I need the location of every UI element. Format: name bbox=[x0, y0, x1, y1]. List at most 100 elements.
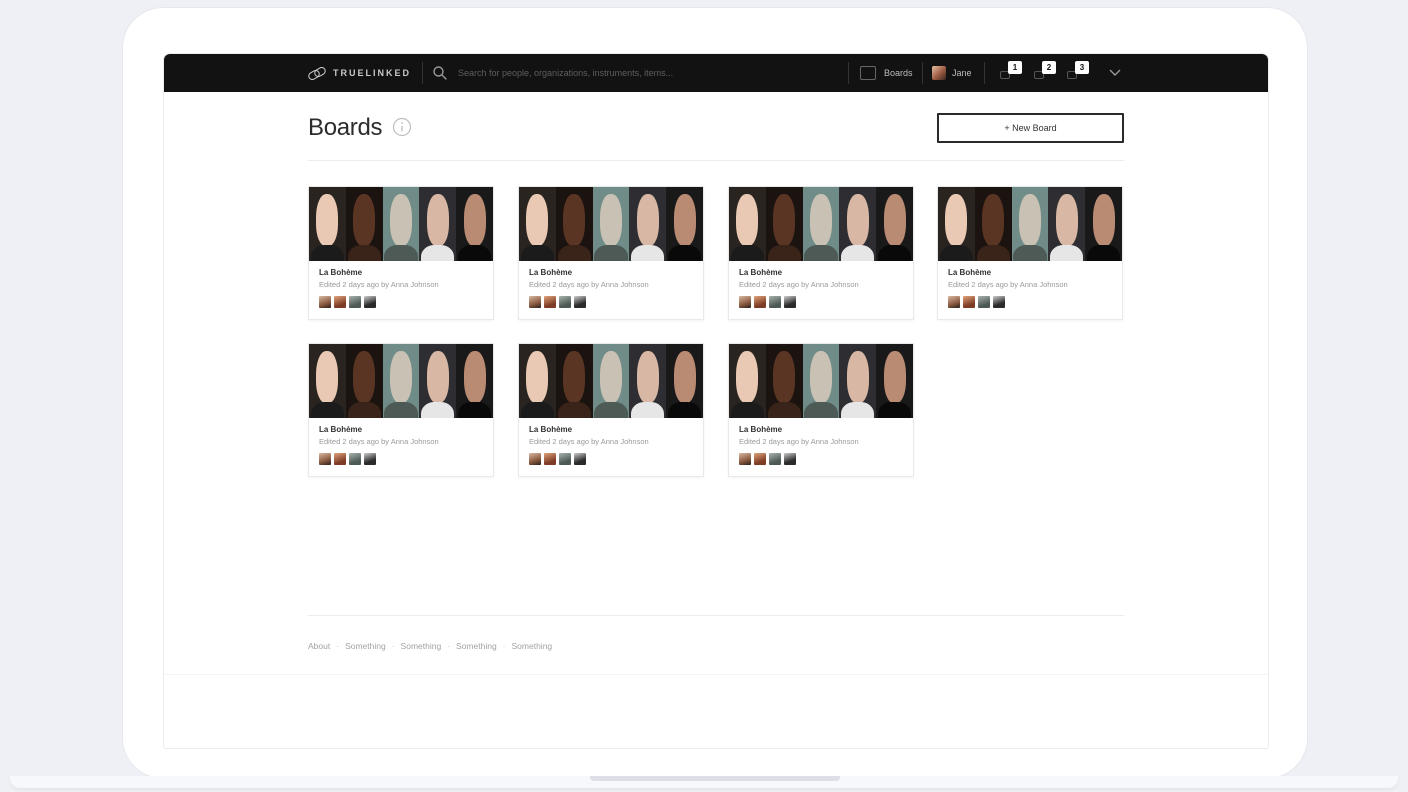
board-card[interactable]: La Bohème Edited 2 days ago by Anna Johns… bbox=[308, 343, 494, 477]
chevron-down-icon[interactable] bbox=[1108, 67, 1122, 79]
nav-user-menu[interactable]: Jane bbox=[932, 65, 972, 81]
board-cover-image bbox=[729, 344, 913, 418]
info-icon[interactable] bbox=[392, 117, 412, 137]
board-card[interactable]: La Bohème Edited 2 days ago by Anna Johns… bbox=[518, 186, 704, 320]
avatar[interactable] bbox=[364, 453, 376, 465]
avatar[interactable] bbox=[334, 453, 346, 465]
board-card[interactable]: La Bohème Edited 2 days ago by Anna Johns… bbox=[518, 343, 704, 477]
board-edited-meta: Edited 2 days ago by Anna Johnson bbox=[319, 437, 439, 446]
headshot-photo bbox=[419, 187, 457, 261]
laptop-notch bbox=[590, 776, 840, 781]
headshot-photo bbox=[555, 344, 593, 418]
headshot-photo bbox=[876, 344, 913, 418]
avatar[interactable] bbox=[754, 296, 766, 308]
board-edited-meta: Edited 2 days ago by Anna Johnson bbox=[739, 280, 859, 289]
headshot-photo bbox=[1011, 187, 1049, 261]
board-member-avatars bbox=[739, 296, 796, 308]
board-member-avatars bbox=[529, 453, 586, 465]
board-edited-meta: Edited 2 days ago by Anna Johnson bbox=[739, 437, 859, 446]
avatar[interactable] bbox=[574, 296, 586, 308]
board-card[interactable]: La Bohème Edited 2 days ago by Anna Johns… bbox=[728, 343, 914, 477]
nav-boards-label: Boards bbox=[884, 68, 913, 78]
headshot-photo bbox=[1085, 187, 1122, 261]
avatar[interactable] bbox=[754, 453, 766, 465]
avatar[interactable] bbox=[978, 296, 990, 308]
footer-link[interactable]: Something bbox=[401, 641, 442, 651]
headshot-photo bbox=[839, 344, 877, 418]
headshot-photo bbox=[839, 187, 877, 261]
footer-link-about[interactable]: About bbox=[308, 641, 330, 651]
avatar[interactable] bbox=[963, 296, 975, 308]
headshot-photo bbox=[456, 344, 493, 418]
search-icon[interactable] bbox=[432, 65, 448, 81]
board-title: La Bohème bbox=[529, 425, 573, 434]
avatar[interactable] bbox=[334, 296, 346, 308]
board-edited-meta: Edited 2 days ago by Anna Johnson bbox=[319, 280, 439, 289]
avatar[interactable] bbox=[784, 453, 796, 465]
board-card[interactable]: La Bohème Edited 2 days ago by Anna Johns… bbox=[937, 186, 1123, 320]
nav-boards-link[interactable]: Boards bbox=[860, 65, 913, 81]
avatar[interactable] bbox=[319, 296, 331, 308]
top-navbar: TRUELINKED Boards Jane 1 2 3 bbox=[164, 54, 1268, 92]
board-card[interactable]: La Bohème Edited 2 days ago by Anna Johns… bbox=[728, 186, 914, 320]
messages-button[interactable]: 2 bbox=[1034, 61, 1058, 85]
chat-badge: 3 bbox=[1075, 61, 1089, 74]
app-logo[interactable]: TRUELINKED bbox=[308, 66, 411, 80]
screen-edge bbox=[164, 674, 1268, 675]
footer-separator: · bbox=[502, 641, 506, 651]
avatar[interactable] bbox=[559, 453, 571, 465]
headshot-photo bbox=[629, 344, 667, 418]
header-divider bbox=[308, 160, 1124, 161]
headshot-photo bbox=[592, 187, 630, 261]
board-cover-image bbox=[309, 187, 493, 261]
board-title: La Bohème bbox=[319, 268, 363, 277]
board-edited-meta: Edited 2 days ago by Anna Johnson bbox=[948, 280, 1068, 289]
headshot-photo bbox=[666, 344, 703, 418]
logo-text: TRUELINKED bbox=[333, 68, 411, 78]
avatar[interactable] bbox=[364, 296, 376, 308]
avatar[interactable] bbox=[349, 296, 361, 308]
avatar[interactable] bbox=[784, 296, 796, 308]
board-title: La Bohème bbox=[739, 425, 783, 434]
avatar[interactable] bbox=[319, 453, 331, 465]
avatar[interactable] bbox=[739, 453, 751, 465]
avatar[interactable] bbox=[544, 453, 556, 465]
headshot-photo bbox=[519, 344, 556, 418]
new-board-button[interactable]: + New Board bbox=[937, 113, 1124, 143]
notification-badge: 1 bbox=[1008, 61, 1022, 74]
board-edited-meta: Edited 2 days ago by Anna Johnson bbox=[529, 437, 649, 446]
footer-link[interactable]: Something bbox=[512, 641, 553, 651]
avatar[interactable] bbox=[529, 296, 541, 308]
headshot-photo bbox=[666, 187, 703, 261]
board-member-avatars bbox=[319, 453, 376, 465]
message-badge: 2 bbox=[1042, 61, 1056, 74]
board-card[interactable]: La Bohème Edited 2 days ago by Anna Johns… bbox=[308, 186, 494, 320]
avatar[interactable] bbox=[544, 296, 556, 308]
headshot-photo bbox=[765, 187, 803, 261]
avatar[interactable] bbox=[769, 453, 781, 465]
headshot-photo bbox=[802, 344, 840, 418]
headshot-photo bbox=[729, 344, 766, 418]
board-member-avatars bbox=[529, 296, 586, 308]
headshot-photo bbox=[876, 187, 913, 261]
avatar[interactable] bbox=[769, 296, 781, 308]
avatar[interactable] bbox=[349, 453, 361, 465]
avatar[interactable] bbox=[529, 453, 541, 465]
notifications-button[interactable]: 1 bbox=[1000, 61, 1024, 85]
board-cover-image bbox=[309, 344, 493, 418]
avatar[interactable] bbox=[993, 296, 1005, 308]
app-screen: TRUELINKED Boards Jane 1 2 3 bbox=[164, 54, 1268, 748]
board-title: La Bohème bbox=[529, 268, 573, 277]
avatar[interactable] bbox=[948, 296, 960, 308]
headshot-photo bbox=[592, 344, 630, 418]
headshot-photo bbox=[555, 187, 593, 261]
search-input[interactable] bbox=[458, 63, 838, 83]
chat-button[interactable]: 3 bbox=[1067, 61, 1091, 85]
nav-divider bbox=[422, 62, 423, 84]
avatar[interactable] bbox=[574, 453, 586, 465]
avatar[interactable] bbox=[739, 296, 751, 308]
avatar[interactable] bbox=[559, 296, 571, 308]
board-edited-meta: Edited 2 days ago by Anna Johnson bbox=[529, 280, 649, 289]
footer-link[interactable]: Something bbox=[456, 641, 497, 651]
footer-link[interactable]: Something bbox=[345, 641, 386, 651]
